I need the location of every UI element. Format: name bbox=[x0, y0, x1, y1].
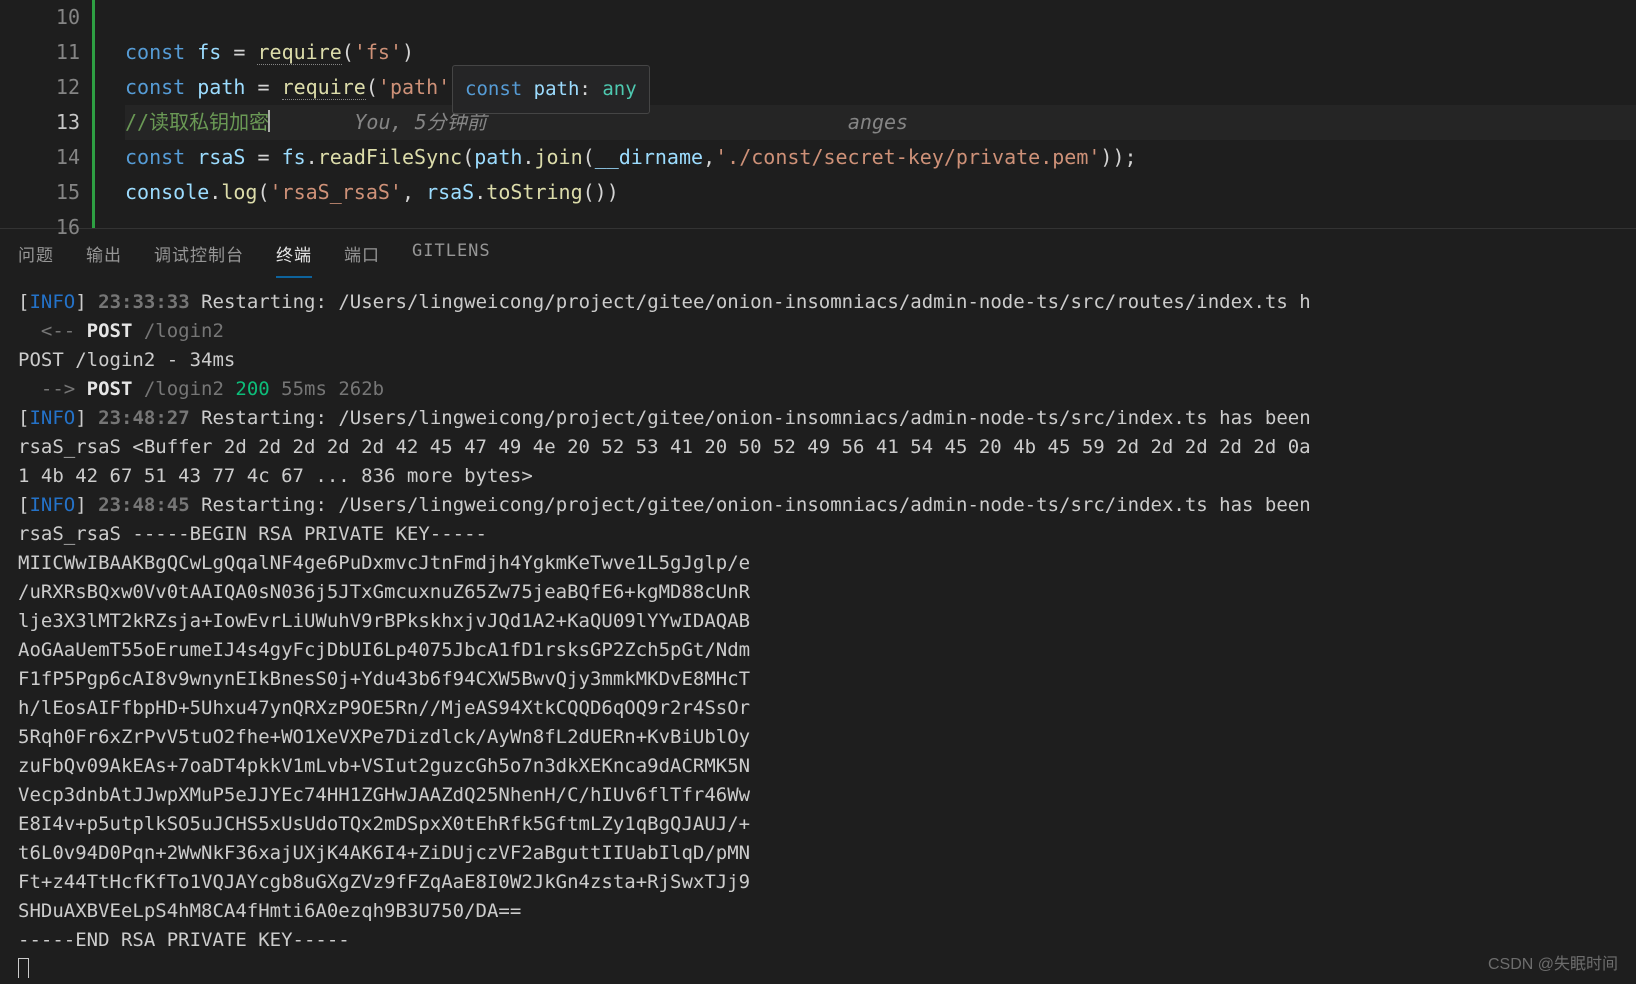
code-line-14[interactable]: const rsaS = fs.readFileSync(path.join(_… bbox=[125, 140, 1636, 175]
code-line-15[interactable]: console.log('rsaS_rsaS', rsaS.toString()… bbox=[125, 175, 1636, 210]
code-content[interactable]: const fs = require('fs') const path = re… bbox=[95, 0, 1636, 228]
editor-area: 10 11 12 13 14 15 16 const fs = require(… bbox=[0, 0, 1636, 228]
line-number: 15 bbox=[0, 175, 80, 210]
tab-problems[interactable]: 问题 bbox=[18, 241, 54, 278]
line-number-active: 13 bbox=[0, 105, 80, 140]
line-number: 16 bbox=[0, 210, 80, 245]
code-line-12[interactable]: const path = require('path') bbox=[125, 70, 1636, 105]
text-cursor bbox=[268, 110, 270, 132]
tab-gitlens[interactable]: GITLENS bbox=[412, 241, 491, 278]
code-line-13[interactable]: //读取私钥加密 You, 5分钟前 anges bbox=[125, 105, 1636, 140]
line-number: 12 bbox=[0, 70, 80, 105]
tab-terminal[interactable]: 终端 bbox=[276, 241, 312, 278]
tab-output[interactable]: 输出 bbox=[86, 241, 122, 278]
hover-tooltip: const path: any bbox=[452, 65, 650, 114]
tab-ports[interactable]: 端口 bbox=[344, 241, 380, 278]
tab-debug-console[interactable]: 调试控制台 bbox=[154, 241, 244, 278]
line-number: 11 bbox=[0, 35, 80, 70]
rsa-key-output: rsaS_rsaS -----BEGIN RSA PRIVATE KEY----… bbox=[18, 523, 750, 951]
code-line-11[interactable]: const fs = require('fs') bbox=[125, 35, 1636, 70]
line-number: 10 bbox=[0, 0, 80, 35]
code-line-16[interactable] bbox=[125, 210, 1636, 245]
line-gutter: 10 11 12 13 14 15 16 bbox=[0, 0, 92, 228]
line-number: 14 bbox=[0, 140, 80, 175]
watermark: CSDN @失眠时间 bbox=[1488, 950, 1618, 974]
terminal-cursor bbox=[18, 958, 29, 978]
terminal-output[interactable]: [INFO] 23:33:33 Restarting: /Users/lingw… bbox=[0, 278, 1636, 978]
code-line-10[interactable] bbox=[125, 0, 1636, 35]
